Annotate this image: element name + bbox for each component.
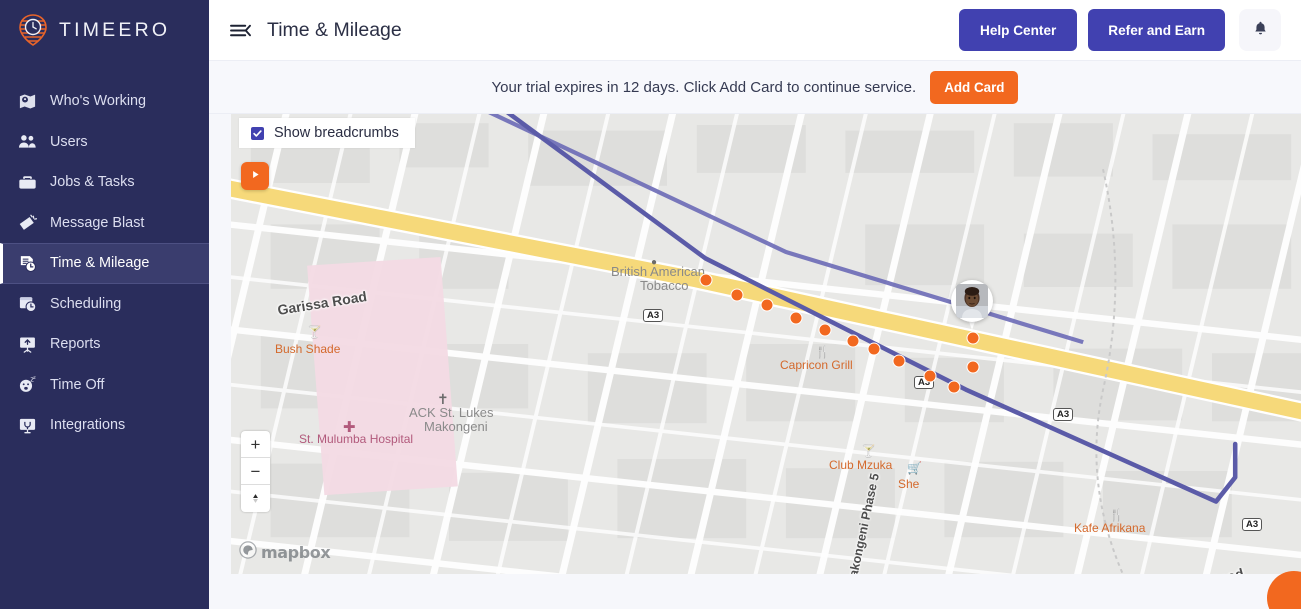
breadcrumb-dot[interactable] (923, 369, 937, 383)
sidebar-item-label: Reports (50, 336, 101, 353)
breadcrumb-dot[interactable] (699, 273, 713, 287)
avatar (956, 284, 988, 318)
route-shield: A3 (1053, 408, 1074, 421)
brand[interactable]: TIMEERO (0, 0, 209, 60)
sidebar-item-time-mileage[interactable]: Time & Mileage (0, 243, 209, 284)
presentation-icon (17, 334, 37, 354)
trial-banner: Your trial expires in 12 days. Click Add… (209, 61, 1301, 114)
route-shield: A3 (643, 309, 664, 322)
chat-bubble-icon[interactable] (1267, 571, 1301, 609)
sidebar-item-label: Scheduling (50, 295, 122, 312)
help-center-button[interactable]: Help Center (959, 9, 1078, 51)
sidebar-item-message-blast[interactable]: Message Blast (0, 203, 209, 244)
sidebar-item-whos-working[interactable]: Who's Working (0, 81, 209, 122)
sidebar-item-users[interactable]: Users (0, 122, 209, 163)
brand-name: TIMEERO (59, 18, 171, 41)
breadcrumb-dot[interactable] (867, 342, 881, 356)
breadcrumb-dot[interactable] (846, 334, 860, 348)
sidebar-item-integrations[interactable]: Integrations (0, 405, 209, 446)
refer-and-earn-button[interactable]: Refer and Earn (1088, 9, 1225, 51)
sidebar-item-label: Users (50, 133, 88, 150)
map-card: A3 A3 A3 A3 Garissa Road Garissa Road 🍸 … (231, 114, 1301, 574)
sidebar-item-label: Integrations (50, 417, 126, 434)
map-zoom-controls: + − (241, 431, 270, 512)
briefcase-icon (17, 172, 37, 192)
mapbox-logo-text: mapbox (261, 543, 331, 562)
employee-map-marker[interactable] (951, 280, 993, 334)
trial-message: Your trial expires in 12 days. Click Add… (491, 78, 917, 96)
sidebar-item-label: Jobs & Tasks (50, 174, 135, 191)
play-route-button[interactable] (241, 162, 269, 190)
sidebar-item-reports[interactable]: Reports (0, 324, 209, 365)
route-shield: A3 (1242, 518, 1263, 531)
sleeping-face-icon: z z (17, 375, 37, 395)
breadcrumb-dot[interactable] (947, 380, 961, 394)
add-card-button[interactable]: Add Card (930, 70, 1019, 104)
topbar: Time & Mileage Help Center Refer and Ear… (209, 0, 1301, 61)
sidebar-item-jobs-tasks[interactable]: Jobs & Tasks (0, 162, 209, 203)
breadcrumb-dot[interactable] (818, 323, 832, 337)
page-title: Time & Mileage (267, 18, 402, 41)
app-root: TIMEERO Who's Working Users Jobs & Tasks… (0, 0, 1301, 609)
users-icon (17, 132, 37, 152)
breadcrumb-dot[interactable] (760, 298, 774, 312)
breadcrumb-dot[interactable] (789, 311, 803, 325)
breadcrumb-dot[interactable] (892, 354, 906, 368)
map-pin-icon (17, 91, 37, 111)
map-canvas[interactable] (231, 114, 1301, 574)
sidebar: TIMEERO Who's Working Users Jobs & Tasks… (0, 0, 209, 609)
breadcrumb-dot[interactable] (966, 360, 980, 374)
show-breadcrumbs-label: Show breadcrumbs (274, 125, 399, 141)
sidebar-item-label: Time & Mileage (50, 255, 150, 272)
document-clock-icon (17, 253, 37, 273)
megaphone-icon (17, 213, 37, 233)
sidebar-nav: Who's Working Users Jobs & Tasks Message… (0, 81, 209, 446)
show-breadcrumbs-toggle[interactable]: Show breadcrumbs (239, 118, 415, 148)
plug-screen-icon (17, 415, 37, 435)
hamburger-collapse-icon[interactable] (227, 17, 253, 43)
sidebar-item-scheduling[interactable]: Scheduling (0, 284, 209, 325)
clock-pin-logo-icon (18, 14, 48, 46)
calendar-clock-icon (17, 294, 37, 314)
mapbox-logo-icon (239, 541, 257, 564)
sidebar-item-label: Time Off (50, 376, 105, 393)
sidebar-item-label: Message Blast (50, 214, 145, 231)
zoom-out-button[interactable]: − (241, 458, 270, 485)
main-area: Time & Mileage Help Center Refer and Ear… (209, 0, 1301, 609)
notifications-button[interactable] (1239, 9, 1281, 51)
zoom-in-button[interactable]: + (241, 431, 270, 458)
play-icon (250, 167, 261, 185)
mapbox-attribution[interactable]: mapbox (239, 541, 331, 564)
sidebar-item-label: Who's Working (50, 93, 147, 110)
compass-icon[interactable] (241, 485, 270, 512)
svg-text:z: z (33, 376, 36, 381)
sidebar-item-time-off[interactable]: z z Time Off (0, 365, 209, 406)
map-container: A3 A3 A3 A3 Garissa Road Garissa Road 🍸 … (209, 114, 1301, 609)
checkbox-checked-icon[interactable] (251, 126, 264, 140)
breadcrumb-dot[interactable] (730, 288, 744, 302)
bell-icon (1252, 20, 1269, 40)
